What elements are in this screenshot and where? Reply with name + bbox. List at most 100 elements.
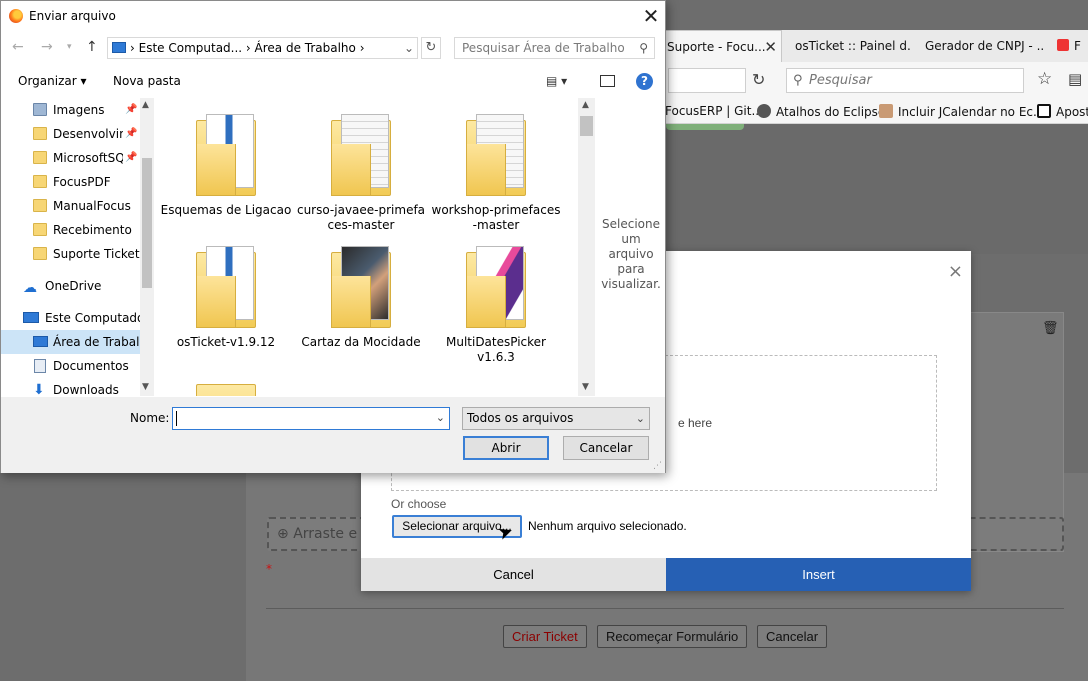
resize-grip-icon[interactable]: ⋰ [653, 461, 662, 471]
bookmark-label: Incluir JCalendar no Ec... [898, 105, 1045, 119]
nav-item-documentos[interactable]: Documentos [1, 354, 140, 378]
nav-item-area-de-trabalho[interactable]: Área de Trabalho [1, 330, 140, 354]
file-item-workshop-primefaces[interactable]: workshop-primefaces-master [430, 98, 562, 232]
file-scrollbar[interactable]: ▲ ▼ [578, 98, 595, 396]
reset-form-button[interactable]: Recomeçar Formulário [597, 625, 748, 648]
bookmark-jcalendar[interactable]: Incluir JCalendar no Ec... [879, 104, 1044, 119]
file-item-multidatespicker[interactable]: MultiDatesPicker v1.6.3 [430, 230, 562, 364]
chevron-down-icon[interactable]: ⌄ [436, 411, 445, 424]
close-icon[interactable]: ✕ [637, 3, 665, 29]
bookmark-label: FocusERP | Git... [665, 104, 763, 118]
nav-item-onedrive[interactable]: ☁ OneDrive [1, 274, 140, 298]
file-item-osticket[interactable]: osTicket-v1.9.12 [160, 230, 292, 356]
nav-item-manualfocus[interactable]: ManualFocus [1, 194, 140, 218]
nav-item-desenvolvimento[interactable]: Desenvolvim 📌 [1, 122, 140, 146]
file-item-curso-javaee[interactable]: curso-javaee-primefaces-master [295, 98, 427, 232]
recent-dropdown-icon[interactable]: ▾ [67, 42, 72, 52]
open-button[interactable]: Abrir [463, 436, 549, 460]
nav-item-imagens[interactable]: Imagens 📌 [1, 98, 140, 122]
scroll-thumb[interactable] [580, 116, 593, 136]
chevron-down-icon: ⌄ [635, 412, 645, 425]
file-type-select[interactable]: Todos os arquivos ⌄ [462, 407, 650, 430]
up-arrow-icon[interactable]: ↑ [86, 39, 98, 55]
back-arrow-icon[interactable]: ← [12, 39, 24, 55]
nav-item-recebimento[interactable]: Recebimento [1, 218, 140, 242]
nav-scrollbar[interactable]: ▲ ▼ [140, 98, 154, 396]
avatar-icon [879, 104, 893, 118]
nav-item-este-computador[interactable]: Este Computador [1, 306, 140, 330]
trash-icon[interactable]: 🗑 [1042, 321, 1059, 336]
dialog-search-input[interactable]: Pesquisar Área de Trabalho ⚲ [454, 37, 655, 59]
bookmark-eclipse[interactable]: Atalhos do Eclipse [757, 104, 885, 119]
globe-icon [757, 104, 771, 118]
nav-label: OneDrive [45, 279, 102, 293]
dialog-bottom-bar: Nome: ⌄ Todos os arquivos ⌄ Abrir Cancel… [1, 397, 665, 473]
folder-icon [33, 151, 47, 164]
cancel-button[interactable]: Cancelar [563, 436, 649, 460]
modal-insert-button[interactable]: Insert [666, 558, 971, 591]
pictures-icon [33, 103, 47, 116]
nav-item-microsoftsql[interactable]: MicrosoftSQL 📌 [1, 146, 140, 170]
file-label: Cartaz da Mocidade [301, 335, 421, 349]
scroll-up-icon[interactable]: ▲ [142, 100, 149, 110]
filename-input[interactable]: ⌄ [172, 407, 450, 430]
browser-tab-cnpj[interactable]: Gerador de CNPJ - ... [919, 30, 1044, 62]
help-icon[interactable]: ? [636, 73, 653, 90]
file-item-esquemas[interactable]: Esquemas de Ligacao [160, 98, 292, 224]
reading-list-icon[interactable]: ▤ [1068, 70, 1082, 88]
documents-icon [34, 359, 46, 373]
address-row: ← → ▾ ↑ › Este Computad... › Área de Tra… [1, 34, 665, 62]
refresh-icon[interactable]: ↻ [421, 37, 441, 59]
upload-icon: ⊕ [277, 526, 289, 542]
browser-tab-osticket[interactable]: osTicket :: Painel d... [789, 30, 911, 62]
folder-icon [33, 175, 47, 188]
folder-icon [33, 223, 47, 236]
nav-item-suporte-ticket[interactable]: Suporte Ticket [1, 242, 140, 266]
preview-pane-icon[interactable] [600, 75, 615, 87]
browser-tab-suporte[interactable]: Suporte - Focu... ✕ [660, 30, 782, 62]
file-item-cartaz[interactable]: Cartaz da Mocidade [295, 230, 427, 356]
nav-item-focuspdf[interactable]: FocusPDF [1, 170, 140, 194]
bookmark-apost[interactable]: Apost [1037, 104, 1088, 119]
close-icon[interactable]: × [948, 261, 963, 282]
reload-icon[interactable]: ↻ [752, 70, 765, 89]
pin-icon[interactable]: 📌 [125, 146, 137, 170]
desktop-icon [33, 336, 48, 347]
organize-menu-button[interactable]: Organizar ▾ [18, 74, 87, 88]
browser-search-placeholder: Pesquisar [809, 73, 872, 88]
view-options-icon[interactable]: ▤ ▾ [546, 74, 567, 88]
new-folder-button[interactable]: Nova pasta [113, 74, 181, 88]
nav-label: Suporte Ticket [53, 247, 140, 261]
url-bar[interactable] [668, 68, 746, 93]
pin-icon[interactable]: 📌 [125, 122, 137, 146]
scroll-down-icon[interactable]: ▼ [582, 382, 589, 392]
create-ticket-button[interactable]: Criar Ticket [503, 625, 587, 648]
computer-icon [112, 42, 126, 53]
pin-icon[interactable]: 📌 [125, 98, 137, 122]
browser-tab-f[interactable]: F [1052, 30, 1088, 62]
chevron-down-icon[interactable]: ⌄ [404, 38, 414, 58]
file-item-partial[interactable] [160, 362, 292, 396]
firefox-icon [9, 9, 23, 23]
star-icon[interactable]: ☆ [1037, 69, 1052, 89]
filename-label: Nome: [130, 411, 170, 425]
nav-item-downloads[interactable]: ⬇ Downloads [1, 378, 140, 396]
file-open-dialog: Enviar arquivo ✕ ← → ▾ ↑ › Este Computad… [0, 0, 666, 473]
modal-cancel-button[interactable]: Cancel [361, 558, 666, 591]
bookmark-label: Atalhos do Eclipse [776, 105, 886, 119]
breadcrumb-path: › Este Computad... › Área de Trabalho › [130, 41, 365, 55]
scroll-thumb[interactable] [142, 158, 152, 288]
tab-close-icon[interactable]: ✕ [764, 31, 777, 62]
browser-search-input[interactable]: ⚲ Pesquisar [786, 68, 1024, 93]
file-label: osTicket-v1.9.12 [176, 335, 276, 349]
bookmark-focuserp[interactable]: FocusERP | Git... [665, 104, 763, 118]
address-breadcrumb[interactable]: › Este Computad... › Área de Trabalho › … [107, 37, 418, 59]
drop-hint: e here [678, 416, 713, 430]
tab-label: Gerador de CNPJ - ... [925, 39, 1044, 53]
forward-arrow-icon[interactable]: → [41, 39, 53, 55]
scroll-down-icon[interactable]: ▼ [142, 382, 149, 392]
nav-label: Desenvolvim [53, 127, 123, 141]
scroll-up-icon[interactable]: ▲ [582, 100, 589, 110]
cancel-form-button[interactable]: Cancelar [757, 625, 828, 648]
tab-label: osTicket :: Painel d... [795, 39, 911, 53]
